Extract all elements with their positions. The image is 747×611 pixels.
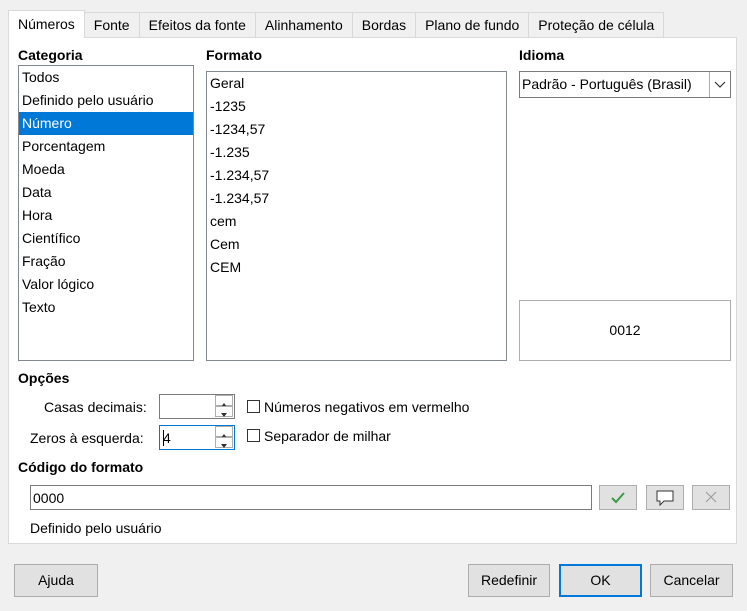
comment-button[interactable]: [646, 485, 684, 510]
zeros-esquerda-spin[interactable]: 4: [159, 425, 235, 450]
list-item-selected[interactable]: Número: [19, 112, 193, 135]
tab-fonte[interactable]: Fonte: [84, 12, 140, 38]
redefinir-button[interactable]: Redefinir: [468, 564, 550, 597]
list-item[interactable]: Valor lógico: [19, 273, 193, 296]
codigo-descricao: Definido pelo usuário: [30, 520, 162, 536]
cancelar-button[interactable]: Cancelar: [650, 564, 733, 597]
list-item[interactable]: Hora: [19, 204, 193, 227]
delete-button[interactable]: [692, 485, 730, 510]
categoria-list[interactable]: Todos Definido pelo usuário Número Porce…: [18, 65, 194, 361]
casas-decimais-spin[interactable]: [159, 394, 235, 419]
negativos-vermelho-label[interactable]: Números negativos em vermelho: [264, 399, 469, 415]
tab-bar: Números Fonte Efeitos da fonte Alinhamen…: [8, 10, 665, 38]
list-item[interactable]: -1234,57: [207, 118, 506, 141]
list-item[interactable]: Científico: [19, 227, 193, 250]
tab-numeros[interactable]: Números: [8, 10, 85, 38]
list-item[interactable]: -1.234,57: [207, 164, 506, 187]
idioma-select[interactable]: Padrão - Português (Brasil): [519, 71, 731, 98]
list-item[interactable]: CEM: [207, 256, 506, 279]
formato-label: Formato: [206, 47, 262, 63]
opcoes-label: Opções: [18, 370, 70, 386]
spin-down-icon[interactable]: [215, 437, 233, 448]
list-item[interactable]: Cem: [207, 233, 506, 256]
separador-milhar-checkbox[interactable]: [247, 429, 260, 442]
list-item[interactable]: -1.234,57: [207, 187, 506, 210]
list-item[interactable]: Todos: [19, 66, 193, 89]
ok-button[interactable]: OK: [559, 564, 642, 597]
list-item[interactable]: Moeda: [19, 158, 193, 181]
codigo-formato-input[interactable]: 0000: [30, 485, 592, 510]
list-item[interactable]: Texto: [19, 296, 193, 319]
ajuda-button[interactable]: Ajuda: [14, 564, 98, 597]
list-item[interactable]: Definido pelo usuário: [19, 89, 193, 112]
spin-buttons: [214, 426, 234, 449]
list-item[interactable]: Fração: [19, 250, 193, 273]
list-item[interactable]: -1.235: [207, 141, 506, 164]
spin-up-icon[interactable]: [215, 426, 233, 438]
negativos-vermelho-checkbox[interactable]: [247, 400, 260, 413]
idioma-label: Idioma: [519, 47, 565, 63]
confirm-button[interactable]: [599, 485, 637, 510]
zeros-esquerda-label: Zeros à esquerda:: [30, 430, 144, 446]
format-preview: 0012: [519, 300, 731, 361]
tab-bordas[interactable]: Bordas: [352, 12, 417, 38]
formato-list[interactable]: Geral -1235 -1234,57 -1.235 -1.234,57 -1…: [206, 71, 507, 361]
tab-plano-de-fundo[interactable]: Plano de fundo: [416, 12, 530, 38]
codigo-formato-label: Código do formato: [18, 459, 144, 475]
list-item[interactable]: Data: [19, 181, 193, 204]
idioma-value: Padrão - Português (Brasil): [522, 76, 692, 92]
comment-icon: [656, 490, 674, 507]
chevron-down-icon[interactable]: [709, 72, 730, 97]
tab-protecao-de-celula[interactable]: Proteção de célula: [529, 12, 665, 38]
zeros-esquerda-value: 4: [163, 430, 171, 446]
list-item[interactable]: Porcentagem: [19, 135, 193, 158]
spin-down-icon[interactable]: [215, 406, 233, 417]
tab-alinhamento[interactable]: Alinhamento: [255, 12, 353, 38]
spin-up-icon[interactable]: [215, 395, 233, 407]
casas-decimais-label: Casas decimais:: [44, 399, 147, 415]
list-item[interactable]: -1235: [207, 95, 506, 118]
checkmark-icon: [611, 492, 625, 504]
list-item[interactable]: cem: [207, 210, 506, 233]
tab-panel: Categoria Todos Definido pelo usuário Nú…: [8, 37, 737, 544]
codigo-formato-value: 0000: [33, 490, 65, 506]
categoria-label: Categoria: [18, 47, 83, 63]
text-cursor: [163, 430, 164, 446]
preview-value: 0012: [609, 322, 641, 338]
spin-buttons: [214, 395, 234, 418]
tab-efeitos-da-fonte[interactable]: Efeitos da fonte: [139, 12, 256, 38]
close-icon: [705, 491, 717, 503]
separador-milhar-label[interactable]: Separador de milhar: [264, 428, 391, 444]
list-item[interactable]: Geral: [207, 72, 506, 95]
